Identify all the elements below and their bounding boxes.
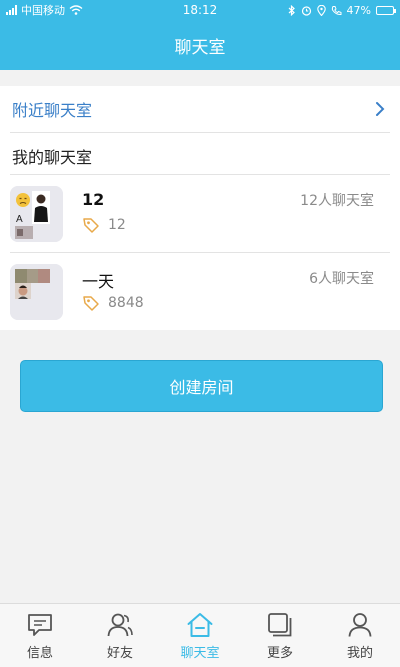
tab-label: 信息: [26, 646, 53, 661]
tab-me[interactable]: 我的: [320, 604, 400, 667]
room-avatar: [10, 264, 63, 320]
chevron-right-icon: [376, 102, 385, 116]
wifi-icon: [69, 5, 83, 15]
tab-label: 更多: [266, 646, 293, 661]
friends-icon: [107, 613, 133, 637]
group-avatar-icon: [10, 264, 63, 320]
tab-label: 聊天室: [180, 646, 220, 661]
room-name: 12: [82, 190, 105, 209]
status-time: 18:12: [182, 3, 218, 17]
divider: [10, 132, 390, 133]
home-icon: [187, 613, 213, 637]
page-title: 聊天室: [174, 37, 226, 58]
room-avatar: A: [10, 186, 63, 242]
battery-percent: 47%: [346, 3, 371, 17]
tag-icon: [83, 218, 99, 233]
carrier-name: 中国移动: [21, 4, 65, 17]
divider: [10, 174, 390, 175]
alarm-icon: [301, 5, 311, 16]
tab-label: 我的: [346, 646, 373, 661]
my-chatrooms-title: 我的聊天室: [12, 148, 93, 167]
svg-text:A: A: [16, 214, 23, 225]
tab-label: 好友: [106, 646, 133, 661]
battery-icon: [376, 5, 396, 15]
room-name: 一天: [82, 272, 115, 291]
nav-bar: 聊天室: [0, 20, 400, 70]
room-member-count: 12人聊天室: [300, 193, 374, 209]
room-tag: 12: [82, 216, 126, 234]
room-member-count: 6人聊天室: [309, 271, 374, 287]
room-tag-id: 8848: [108, 295, 144, 311]
signal-icon: [6, 5, 17, 15]
chatroom-item[interactable]: A 12 12人聊天室 12: [0, 176, 400, 252]
hd-call-icon: [331, 5, 342, 15]
more-icon: [268, 613, 292, 637]
room-tag-id: 12: [108, 217, 126, 233]
tag-icon: [83, 296, 99, 311]
tab-more[interactable]: 更多: [240, 604, 320, 667]
group-avatar-icon: A: [10, 186, 63, 242]
create-room-button[interactable]: 创建房间: [20, 360, 383, 412]
room-tag: 8848: [82, 294, 144, 312]
divider: [10, 252, 390, 253]
tab-messages[interactable]: 信息: [0, 604, 80, 667]
nearby-chatrooms-row[interactable]: 附近聊天室: [0, 86, 400, 132]
message-icon: [28, 614, 52, 636]
tab-bar: 信息 好友 聊天室 更多 我的: [0, 603, 400, 667]
chatroom-card: 附近聊天室 我的聊天室 A 12 12人聊天室 12 一天 6人聊天室 8848: [0, 86, 400, 330]
status-bar: 中国移动 18:12 47%: [0, 0, 400, 20]
chatroom-item[interactable]: 一天 6人聊天室 8848: [0, 254, 400, 330]
tab-chatroom[interactable]: 聊天室: [160, 604, 240, 667]
profile-icon: [348, 613, 372, 637]
bluetooth-icon: [288, 4, 295, 16]
nearby-chatrooms-label: 附近聊天室: [12, 101, 93, 120]
tab-friends[interactable]: 好友: [80, 604, 160, 667]
location-icon: [316, 4, 326, 16]
